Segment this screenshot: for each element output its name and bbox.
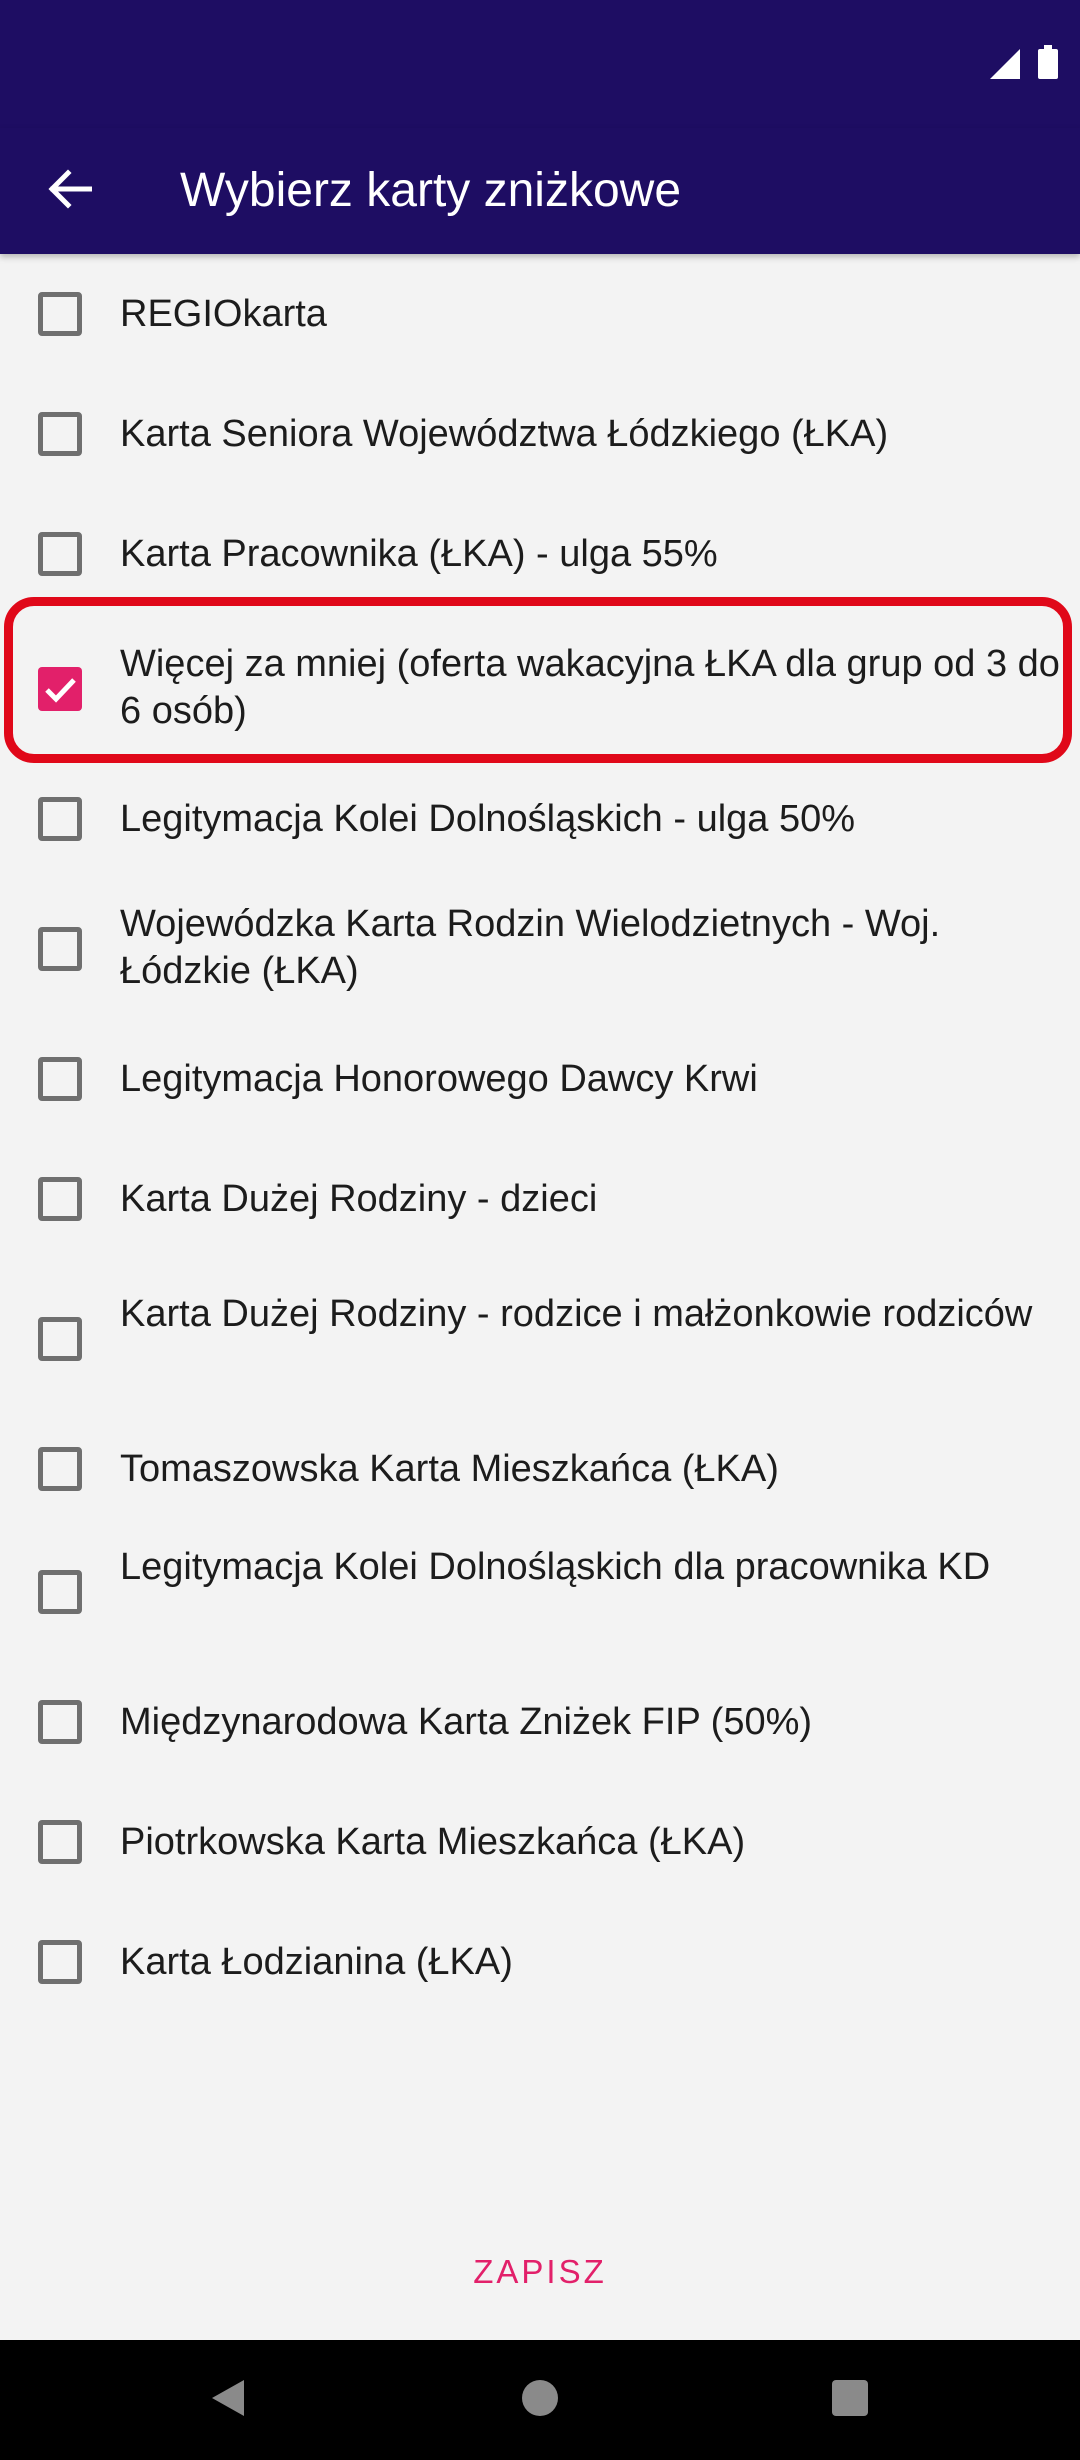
nav-home-button[interactable] [480, 2340, 600, 2460]
status-bar [0, 0, 1080, 128]
card-label: Więcej za mniej (oferta wakacyjna ŁKA dl… [120, 643, 1060, 732]
checkbox[interactable] [38, 1317, 82, 1361]
card-label: REGIOkarta [120, 293, 327, 335]
list-item[interactable]: Karta Łodzianina (ŁKA) [0, 1914, 1080, 2034]
recents-square-icon [830, 2378, 870, 2423]
checkbox[interactable] [38, 797, 82, 841]
card-label: Międzynarodowa Karta Zniżek FIP (50%) [120, 1701, 813, 1743]
card-label: Karta Łodzianina (ŁKA) [120, 1941, 513, 1983]
checkbox[interactable] [38, 1447, 82, 1491]
card-label: Legitymacja Kolei Dolnośląskich dla prac… [120, 1546, 991, 1588]
card-label: Karta Dużej Rodziny - dzieci [120, 1178, 598, 1220]
checkbox-checked[interactable] [38, 667, 82, 711]
card-label: Karta Dużej Rodziny - rodzice i małżonko… [120, 1293, 1033, 1335]
list-item[interactable]: Tomaszowska Karta Mieszkańca (ŁKA) [0, 1414, 1080, 1524]
list-item-selected[interactable]: Więcej za mniej (oferta wakacyjna ŁKA dl… [0, 614, 1080, 764]
list-item[interactable]: Legitymacja Kolei Dolnośląskich - ulga 5… [0, 764, 1080, 874]
checkbox[interactable] [38, 1570, 82, 1614]
page-title: Wybierz karty zniżkowe [180, 164, 682, 217]
checkbox[interactable] [38, 532, 82, 576]
arrow-back-icon [48, 168, 93, 214]
list-item[interactable]: Wojewódzka Karta Rodzin Wielodzietnych -… [0, 874, 1080, 1024]
checkbox[interactable] [38, 1820, 82, 1864]
toolbar: Wybierz karty zniżkowe [0, 128, 1080, 254]
list-item[interactable]: REGIOkarta [0, 254, 1080, 374]
home-circle-icon [520, 2378, 560, 2423]
checkbox[interactable] [38, 927, 82, 971]
card-label: Wojewódzka Karta Rodzin Wielodzietnych -… [120, 903, 941, 992]
nav-recents-button[interactable] [790, 2340, 910, 2460]
list-item[interactable]: Piotrkowska Karta Mieszkańca (ŁKA) [0, 1794, 1080, 1914]
back-button[interactable] [38, 163, 102, 219]
card-label: Legitymacja Honorowego Dawcy Krwi [120, 1058, 758, 1100]
battery-icon [1038, 45, 1058, 84]
checkbox[interactable] [38, 412, 82, 456]
card-label: Karta Seniora Województwa Łódzkiego (ŁKA… [120, 413, 889, 455]
list-item[interactable]: Legitymacja Kolei Dolnośląskich dla prac… [0, 1524, 1080, 1674]
list-item[interactable]: Karta Pracownika (ŁKA) - ulga 55% [0, 494, 1080, 614]
navigation-bar [0, 2340, 1080, 2460]
list-item[interactable]: Międzynarodowa Karta Zniżek FIP (50%) [0, 1674, 1080, 1794]
card-label: Tomaszowska Karta Mieszkańca (ŁKA) [120, 1448, 779, 1490]
checkbox[interactable] [38, 1940, 82, 1984]
list-item[interactable]: Karta Seniora Województwa Łódzkiego (ŁKA… [0, 374, 1080, 494]
list-item[interactable]: Karta Dużej Rodziny - dzieci [0, 1144, 1080, 1264]
list-item[interactable]: Karta Dużej Rodziny - rodzice i małżonko… [0, 1264, 1080, 1414]
save-button[interactable]: ZAPISZ [440, 2240, 640, 2304]
status-icons [990, 45, 1058, 84]
card-label: Karta Pracownika (ŁKA) - ulga 55% [120, 533, 718, 575]
card-label: Piotrkowska Karta Mieszkańca (ŁKA) [120, 1821, 746, 1863]
checkbox[interactable] [38, 292, 82, 336]
checkbox[interactable] [38, 1057, 82, 1101]
signal-icon [990, 49, 1020, 84]
back-triangle-icon [208, 2378, 248, 2423]
nav-back-button[interactable] [168, 2340, 288, 2460]
checkbox[interactable] [38, 1700, 82, 1744]
checkbox[interactable] [38, 1177, 82, 1221]
list-item[interactable]: Legitymacja Honorowego Dawcy Krwi [0, 1024, 1080, 1144]
card-label: Legitymacja Kolei Dolnośląskich - ulga 5… [120, 798, 856, 840]
